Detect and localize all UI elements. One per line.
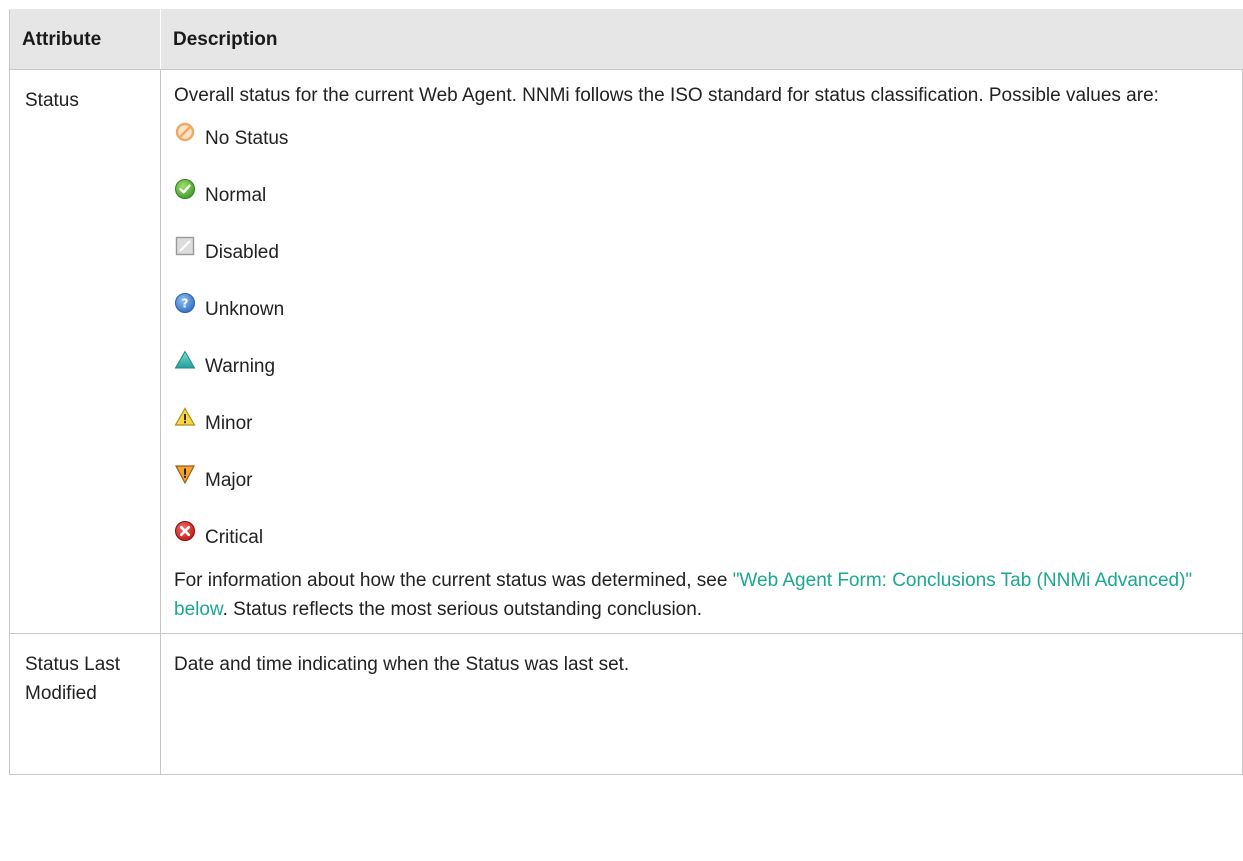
status-label: Normal	[205, 185, 267, 206]
table-row-status-last-modified: Status Last Modified Date and time indic…	[9, 633, 1243, 775]
major-icon	[174, 463, 196, 485]
status-label: Warning	[205, 356, 276, 377]
disabled-icon	[174, 235, 196, 257]
attribute-cell-status-last-modified: Status Last Modified	[9, 633, 161, 775]
footer-text-before: For information about how the current st…	[174, 570, 733, 591]
warning-icon	[174, 349, 196, 371]
status-footer-text: For information about how the current st…	[174, 566, 1222, 624]
status-item-critical: Critical	[174, 509, 1222, 566]
status-item-warning: Warning	[174, 338, 1222, 395]
no-status-icon	[174, 121, 196, 143]
status-item-major: Major	[174, 452, 1222, 509]
status-intro-text: Overall status for the current Web Agent…	[174, 85, 1159, 106]
status-item-unknown: ? Unknown	[174, 281, 1222, 338]
status-label: Minor	[205, 413, 253, 434]
status-values-list: No Status Normal Disabled ? Unknown Warn…	[174, 110, 1222, 566]
footer-text-after: . Status reflects the most serious outst…	[222, 599, 703, 620]
attribute-table: Attribute Description Status Overall sta…	[9, 9, 1243, 775]
svg-text:?: ?	[182, 296, 189, 310]
normal-icon	[174, 178, 196, 200]
minor-icon	[174, 406, 196, 428]
attribute-cell-status: Status	[9, 69, 161, 634]
status-label: No Status	[205, 128, 289, 149]
status-label: Unknown	[205, 299, 285, 320]
column-header-description: Description	[160, 9, 1243, 70]
description-cell-status: Overall status for the current Web Agent…	[160, 69, 1243, 634]
status-label: Critical	[205, 527, 264, 548]
status-label: Disabled	[205, 242, 279, 263]
status-item-no-status: No Status	[174, 110, 1222, 167]
status-item-minor: Minor	[174, 395, 1222, 452]
critical-icon	[174, 520, 196, 542]
description-cell-status-last-modified: Date and time indicating when the Status…	[160, 633, 1243, 775]
table-header-row: Attribute Description	[9, 9, 1243, 70]
status-label: Major	[205, 470, 253, 491]
status-item-normal: Normal	[174, 167, 1222, 224]
unknown-icon: ?	[174, 292, 196, 314]
column-header-attribute: Attribute	[9, 9, 161, 70]
status-item-disabled: Disabled	[174, 224, 1222, 281]
table-row-status: Status Overall status for the current We…	[9, 69, 1243, 634]
